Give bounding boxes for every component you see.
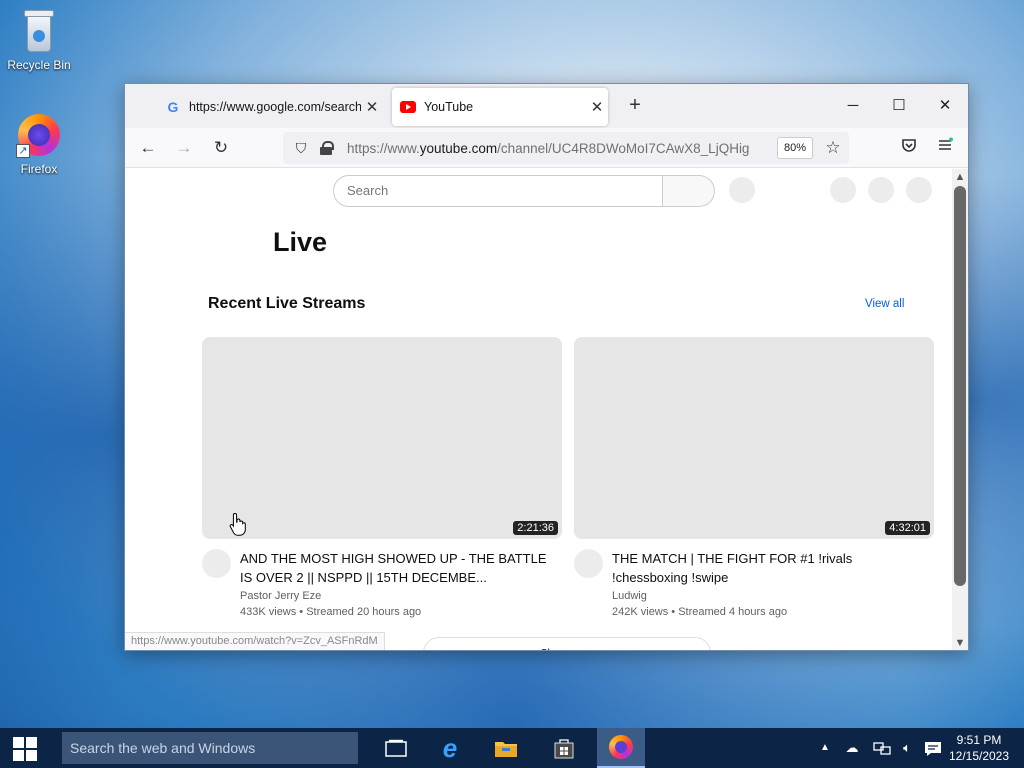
video-title[interactable]: THE MATCH | THE FIGHT FOR #1 !rivals !ch… — [612, 549, 924, 587]
recycle-bin-shortcut[interactable]: Recycle Bin — [1, 8, 77, 72]
address-bar[interactable]: ⛉ https://www.youtube.com/channel/UC4R8D… — [283, 132, 849, 164]
scrollbar-thumb[interactable] — [954, 186, 966, 586]
youtube-page: Search Live Recent Live Streams View all… — [125, 169, 952, 650]
store-button[interactable] — [540, 728, 588, 768]
youtube-search-button[interactable] — [663, 175, 715, 207]
close-window-button[interactable]: ✕ — [925, 92, 965, 120]
notifications-button-placeholder[interactable] — [868, 177, 894, 203]
taskbar: Search the web and Windows e ▲ ☁ 🔈︎ 9:51… — [0, 728, 1024, 768]
tab-title: https://www.google.com/search — [189, 100, 361, 114]
show-hidden-icons-button[interactable]: ▲ — [818, 728, 832, 768]
video-thumbnail[interactable]: 2:21:36 — [202, 337, 562, 539]
status-bar-url: https://www.youtube.com/watch?v=Zcv_ASFn… — [125, 632, 385, 650]
video-card[interactable]: 4:32:01 THE MATCH | THE FIGHT FOR #1 !ri… — [574, 337, 934, 618]
tab-close-icon[interactable]: ✕ — [361, 98, 383, 116]
internet-explorer-icon: e — [442, 732, 458, 763]
channel-avatar[interactable] — [574, 549, 603, 578]
youtube-favicon — [400, 101, 416, 113]
duration-badge: 2:21:36 — [513, 521, 558, 535]
network-icon[interactable] — [872, 728, 892, 768]
new-tab-button[interactable]: + — [623, 94, 647, 117]
create-button-placeholder[interactable] — [830, 177, 856, 203]
back-button[interactable]: ← — [136, 136, 160, 160]
google-favicon: G — [167, 99, 179, 115]
tab-close-icon[interactable]: ✕ — [586, 98, 608, 116]
clock-time: 9:51 PM — [956, 733, 1002, 747]
page-scrollbar[interactable]: ▲ ▼ — [952, 169, 968, 650]
minimize-button[interactable]: ─ — [833, 92, 873, 120]
start-button[interactable] — [0, 728, 50, 768]
scroll-up-arrow-icon[interactable]: ▲ — [952, 169, 968, 185]
internet-explorer-button[interactable]: e — [426, 728, 474, 768]
task-view-icon — [385, 739, 407, 757]
tab-google[interactable]: G https://www.google.com/search ✕ — [165, 88, 383, 126]
navigation-toolbar: ← → ↻ ⛉ https://www.youtube.com/channel/… — [125, 128, 968, 168]
scroll-down-arrow-icon[interactable]: ▼ — [952, 635, 968, 650]
firefox-window: G https://www.google.com/search ✕ YouTub… — [124, 83, 969, 651]
tab-title: YouTube — [424, 100, 474, 114]
duration-badge: 4:32:01 — [885, 521, 930, 535]
firefox-taskbar-button[interactable] — [597, 728, 645, 768]
video-card[interactable]: 2:21:36 AND THE MOST HIGH SHOWED UP - TH… — [202, 337, 562, 618]
app-menu-button[interactable] — [933, 136, 957, 160]
view-all-link[interactable]: View all — [865, 298, 904, 310]
pocket-icon[interactable] — [897, 136, 921, 160]
zoom-level-indicator[interactable]: 80% — [777, 137, 813, 159]
system-clock[interactable]: 9:51 PM 12/15/2023 — [944, 732, 1014, 764]
video-meta: 433K views • Streamed 20 hours ago — [240, 606, 422, 618]
avatar-button-placeholder[interactable] — [906, 177, 932, 203]
task-view-button[interactable] — [372, 728, 420, 768]
url-text[interactable]: https://www.youtube.com/channel/UC4R8DWo… — [347, 141, 849, 156]
firefox-shortcut[interactable]: ↗ Firefox — [1, 112, 77, 176]
section-title: Recent Live Streams — [208, 295, 366, 312]
tracking-protection-icon[interactable]: ⛉ — [291, 140, 311, 157]
firefox-icon: ↗ — [16, 112, 62, 158]
onedrive-icon[interactable]: ☁ — [842, 728, 862, 768]
reload-button[interactable]: ↻ — [209, 136, 233, 160]
tab-youtube[interactable]: YouTube ✕ — [392, 88, 608, 126]
lock-icon[interactable] — [319, 141, 335, 155]
youtube-search-input[interactable]: Search — [333, 175, 663, 207]
recycle-bin-icon — [22, 8, 56, 54]
shortcut-arrow-icon: ↗ — [16, 144, 30, 158]
store-icon — [554, 739, 574, 759]
mic-button-placeholder[interactable] — [729, 177, 755, 203]
file-explorer-icon — [495, 742, 517, 757]
hand-cursor-icon — [229, 512, 246, 536]
bookmark-star-icon[interactable]: ☆ — [821, 136, 845, 160]
channel-avatar[interactable] — [202, 549, 231, 578]
video-meta: 242K views • Streamed 4 hours ago — [612, 606, 788, 618]
channel-name[interactable]: Pastor Jerry Eze — [240, 590, 321, 602]
file-explorer-button[interactable] — [482, 728, 530, 768]
tab-bar: G https://www.google.com/search ✕ YouTub… — [125, 84, 968, 128]
maximize-button[interactable]: ☐ — [879, 92, 919, 120]
desktop-icon-label: Firefox — [20, 162, 58, 176]
page-title: Live — [273, 227, 328, 257]
volume-icon[interactable]: 🔈︎ — [896, 728, 918, 768]
desktop-icon-label: Recycle Bin — [7, 58, 71, 72]
firefox-icon — [609, 735, 633, 759]
video-thumbnail[interactable]: 4:32:01 — [574, 337, 934, 539]
clock-date: 12/15/2023 — [948, 749, 1010, 763]
action-center-icon[interactable] — [922, 728, 944, 768]
channel-name[interactable]: Ludwig — [612, 590, 647, 602]
show-more-button[interactable]: Show more — [423, 637, 711, 650]
forward-button[interactable]: → — [172, 136, 196, 160]
video-title[interactable]: AND THE MOST HIGH SHOWED UP - THE BATTLE… — [240, 549, 552, 587]
taskbar-search-input[interactable]: Search the web and Windows — [62, 732, 358, 764]
